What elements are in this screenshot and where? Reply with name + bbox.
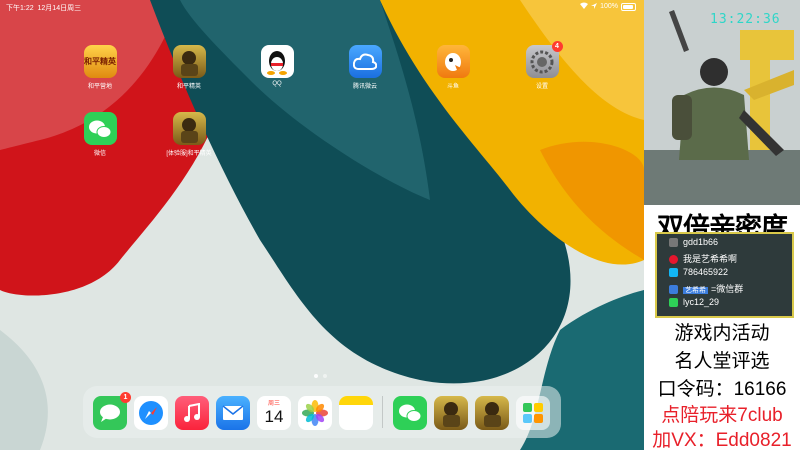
app-label: 设置 [535, 84, 548, 90]
character-illustration [644, 0, 800, 205]
app-label: 斗鱼 [446, 84, 459, 90]
contact-row: gdd1b66 [669, 237, 719, 248]
mail-icon[interactable] [216, 396, 250, 430]
wechat-bubbles [89, 120, 112, 138]
contact-text: 786465922 [683, 267, 729, 277]
location-icon [591, 2, 598, 11]
status-date: 12月14日周三 [37, 5, 82, 12]
app-pubg-test[interactable]: [体验服]和平精英 [159, 112, 219, 157]
contact-text: gdd1b66 [683, 237, 719, 247]
app-hepingjingying[interactable]: 和平精英 [159, 45, 219, 90]
battery-icon [621, 2, 636, 11]
promo-line-code: 口令码：16166 [657, 379, 787, 400]
app-qq[interactable]: QQ [247, 45, 307, 87]
contact-text: 我是艺希希啊 [683, 254, 738, 264]
contact-row: 艺希希 =微信群 [669, 282, 743, 295]
qq-penguin [267, 50, 287, 75]
promo-line-halloffame: 名人堂评选 [674, 351, 770, 372]
app-hepingyingdi[interactable]: 和平精英 和平营地 [70, 45, 130, 90]
app-label: 腾讯微云 [352, 84, 377, 90]
douyu-icon [436, 45, 470, 78]
qq-icon [260, 45, 294, 78]
wechat-icon[interactable] [393, 396, 427, 430]
app-icon-text: 和平精英 [84, 57, 116, 66]
app-weiyun[interactable]: 腾讯微云 [335, 45, 395, 90]
app-label: 和平精英 [176, 84, 201, 90]
notification-badge: 4 [551, 41, 563, 52]
wechat-bubbles [399, 404, 422, 422]
app-label: [体验服]和平精英 [166, 151, 212, 157]
app-label: 和平营地 [87, 84, 112, 90]
game-icon-art [443, 402, 460, 427]
messages-bubble [100, 404, 120, 422]
dock-separator [382, 396, 383, 428]
game-icon[interactable] [434, 396, 468, 430]
contact-tag: 艺希希 [683, 287, 708, 294]
status-bar: 下午1:22 12月14日周三 100% [0, 0, 644, 14]
safari-icon[interactable] [134, 396, 168, 430]
battery-percent: 100% [600, 3, 618, 10]
game-character-art: 13:22:36 [644, 0, 800, 205]
photos-flower [302, 400, 328, 426]
wechat-icon [83, 112, 117, 145]
wifi-icon [580, 2, 589, 11]
photos-icon[interactable] [298, 396, 332, 430]
pubg-test-icon-art [180, 118, 198, 143]
contact-row: 我是艺希希啊 [669, 252, 737, 265]
hepingyingdi-icon: 和平精英 [83, 45, 117, 78]
game-icon-2[interactable] [475, 396, 509, 430]
app-settings[interactable]: 4 设置 [512, 41, 572, 90]
status-time: 下午1:22 [6, 5, 34, 12]
gear-icon: 4 [525, 41, 563, 78]
dock: 1 周三 14 [83, 386, 561, 438]
contact-text: lyc12_29 [683, 297, 720, 307]
user-icon [669, 238, 678, 248]
music-icon[interactable] [175, 396, 209, 430]
game-icon-2-art [484, 402, 501, 427]
weiyun-cloud-icon [348, 45, 382, 78]
pubg-test-icon [172, 112, 206, 145]
page-dot-1[interactable] [314, 374, 318, 378]
page-indicator[interactable] [314, 374, 327, 378]
app-label: QQ [272, 81, 282, 87]
wechat-icon [669, 298, 678, 308]
notes-icon[interactable] [339, 396, 373, 430]
stream-overlay-panel: 13:22:36 双倍亲密度 gdd1b66 我是艺希希啊 786465922 … [644, 0, 800, 450]
cloud-shape [353, 53, 377, 70]
contact-row: lyc12_29 [669, 297, 720, 308]
music-note [184, 403, 200, 422]
mail-envelope [222, 405, 244, 420]
calendar-date: 14 [264, 407, 284, 426]
qq-icon [669, 268, 678, 278]
calendar-icon[interactable]: 周三 14 [257, 396, 291, 430]
pubg-icon-art [180, 51, 198, 76]
contact-text: =微信群 [711, 284, 744, 294]
messages-badge: 1 [120, 392, 131, 403]
group-icon [669, 285, 678, 295]
promo-line-club: 点陪玩来7club [661, 405, 783, 426]
safari-compass [139, 401, 163, 425]
app-library-icon[interactable] [516, 396, 550, 430]
promo-line-activity: 游戏内活动 [674, 323, 770, 344]
douyu-fish [445, 52, 461, 71]
app-douyu[interactable]: 斗鱼 [423, 45, 483, 90]
promo-line-vx: 加VX：Edd0821 [652, 430, 792, 450]
notes-header [339, 396, 373, 405]
pubg-icon [172, 45, 206, 78]
messages-icon[interactable]: 1 [93, 392, 131, 430]
gear-shape [530, 50, 554, 73]
ipad-screen: 下午1:22 12月14日周三 100% 和平精英 和平营地 和平精英 QQ 腾… [0, 0, 644, 450]
live-clock: 13:22:36 [710, 12, 781, 27]
weibo-icon [669, 255, 678, 265]
contact-card: gdd1b66 我是艺希希啊 786465922 艺希希 =微信群 lyc12_2… [655, 232, 794, 318]
app-library-grid [523, 403, 543, 423]
app-label: 微信 [93, 151, 106, 157]
status-right: 100% [580, 2, 636, 11]
app-wechat[interactable]: 微信 [70, 112, 130, 157]
contact-row: 786465922 [669, 267, 729, 278]
status-time-date: 下午1:22 12月14日周三 [6, 3, 81, 13]
page-dot-2[interactable] [323, 374, 327, 378]
